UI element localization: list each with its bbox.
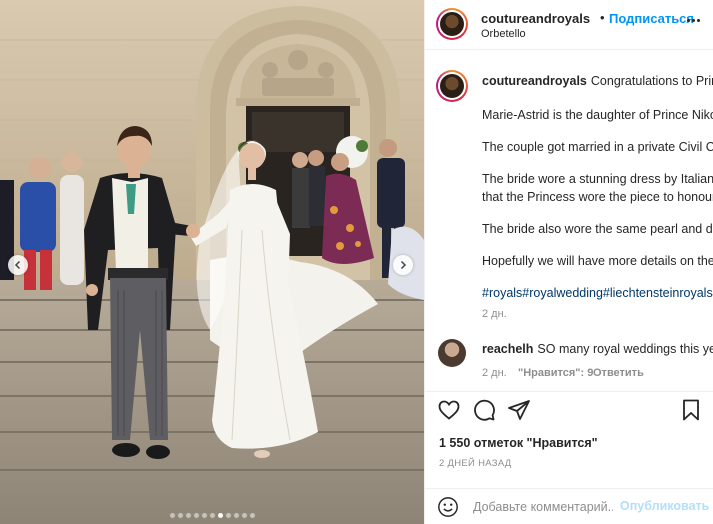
carousel-dot [209, 513, 215, 518]
likes-count[interactable]: 1 550 отметок "Нравится" [439, 436, 598, 450]
carousel-dot [201, 513, 207, 518]
carousel-dot-active [217, 513, 223, 518]
caption-line: The couple got married in a private Civi… [482, 140, 713, 154]
comment-input[interactable] [473, 498, 613, 516]
add-comment-bar: Опубликовать [425, 488, 713, 524]
caption-line: Hopefully we will have more details on t… [482, 254, 713, 268]
author-avatar[interactable] [436, 8, 468, 40]
smiley-icon [438, 497, 458, 517]
carousel-dot [225, 513, 231, 518]
caption-line: that the Princess wore the piece to hono… [482, 190, 713, 204]
caption-line: The bride also wore the same pearl and d… [482, 222, 713, 236]
comment-button[interactable] [472, 398, 496, 422]
more-options-icon[interactable] [687, 14, 707, 26]
carousel-dot [177, 513, 183, 518]
publish-button[interactable]: Опубликовать [620, 499, 709, 513]
header-separator: • [600, 10, 605, 25]
carousel-dots [0, 513, 424, 518]
caption-username[interactable]: coutureandroyals [482, 74, 587, 88]
bookmark-icon [683, 399, 699, 421]
save-button[interactable] [679, 398, 703, 422]
author-username[interactable]: coutureandroyals [481, 11, 590, 26]
caption-time[interactable]: 2 дн. [482, 308, 507, 320]
caption-line: Congratulations to Princ [590, 74, 713, 88]
chevron-right-icon [400, 260, 407, 270]
heart-icon [438, 400, 460, 420]
carousel-dot [233, 513, 239, 518]
post-date[interactable]: 2 ДНЕЙ НАЗАД [439, 458, 512, 469]
caption-line: The bride wore a stunning dress by Itali… [482, 172, 713, 186]
caption-line: Marie-Astrid is the daughter of Prince N… [482, 108, 713, 122]
wedding-photo [0, 0, 424, 524]
carousel-dot [169, 513, 175, 518]
comment-line: reachelh SO many royal weddings this year [482, 342, 713, 356]
post-photo[interactable] [0, 0, 424, 524]
instagram-post: coutureandroyals • Подписаться Orbetello… [0, 0, 713, 524]
like-button[interactable] [437, 398, 461, 422]
carousel-dot [193, 513, 199, 518]
comment-likes[interactable]: "Нравится": 9 [518, 367, 593, 379]
caption-first-line: coutureandroyals Congratulations to Princ [482, 74, 713, 88]
post-header: coutureandroyals • Подписаться Orbetello [425, 0, 713, 50]
carousel-dot [249, 513, 255, 518]
chevron-left-icon [14, 260, 21, 270]
post-side-panel: coutureandroyals • Подписаться Orbetello… [424, 0, 713, 524]
carousel-dot [241, 513, 247, 518]
follow-button[interactable]: Подписаться [609, 11, 694, 26]
commenter-avatar[interactable] [438, 339, 466, 367]
carousel-prev-button[interactable] [8, 255, 28, 275]
emoji-button[interactable] [437, 496, 459, 518]
comment-text: SO many royal weddings this year [537, 342, 713, 356]
commenter-username[interactable]: reachelh [482, 342, 533, 356]
caption-hashtags[interactable]: #royals#royalwedding#liechtensteinroyals… [482, 286, 713, 300]
comment-icon [474, 399, 495, 421]
carousel-dot [185, 513, 191, 518]
share-button[interactable] [507, 398, 531, 422]
caption-avatar[interactable] [436, 70, 468, 102]
comment-reply-button[interactable]: Ответить [593, 367, 644, 379]
comments-section[interactable]: coutureandroyals Congratulations to Princ… [425, 51, 713, 391]
carousel-next-button[interactable] [393, 255, 413, 275]
comment-time[interactable]: 2 дн. [482, 367, 507, 379]
send-icon [508, 400, 530, 420]
post-actions: 1 550 отметок "Нравится" 2 ДНЕЙ НАЗАД Оп… [425, 391, 713, 524]
post-location[interactable]: Orbetello [481, 28, 526, 40]
